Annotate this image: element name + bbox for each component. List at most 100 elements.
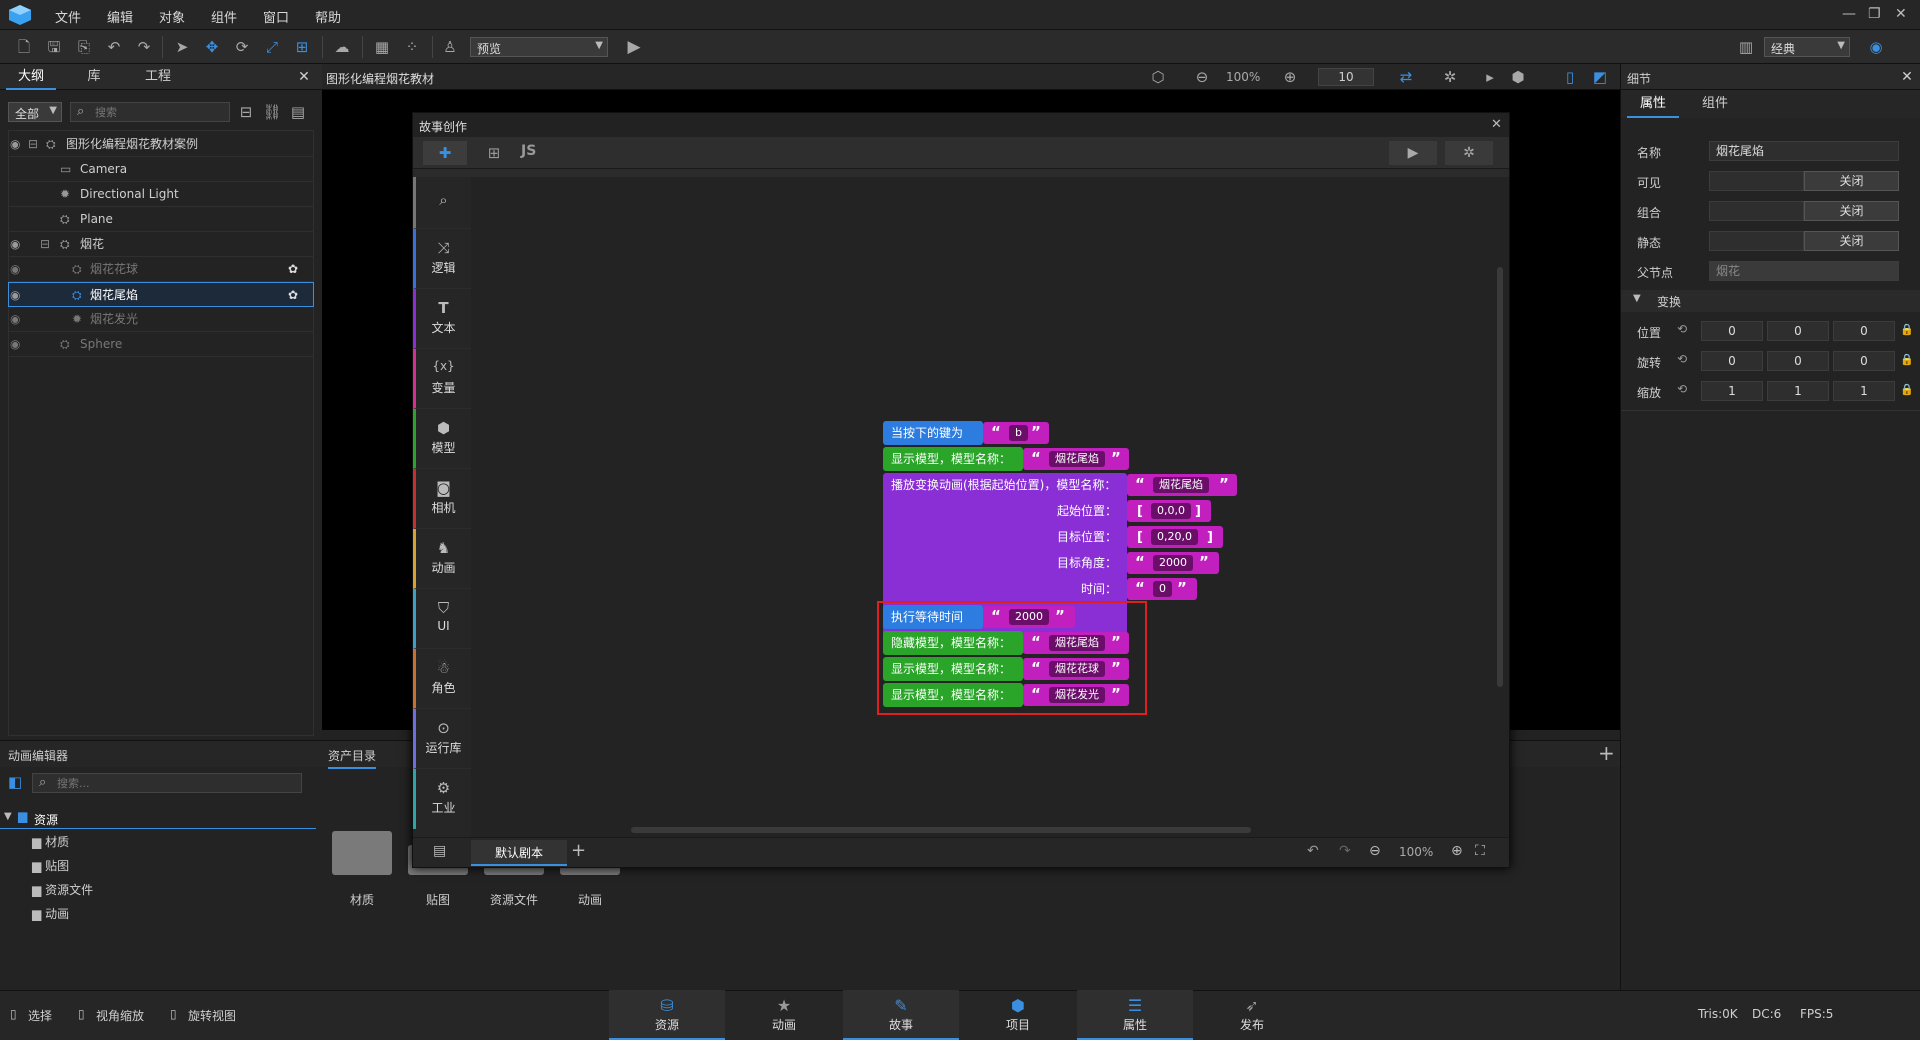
category-variable[interactable]: {x} 变量: [413, 349, 471, 409]
player-icon[interactable]: ♙: [440, 37, 460, 57]
category-animation[interactable]: ♞ 动画: [413, 529, 471, 589]
tree-row-tail-flame[interactable]: ◉ ⛭ 烟花尾焰 ✿: [8, 282, 314, 307]
grid-size-input[interactable]: 10: [1318, 68, 1374, 86]
snap-grid-icon[interactable]: ⁘: [402, 37, 422, 57]
tree-row-glow[interactable]: ◉ ✹ 烟花发光: [8, 307, 314, 332]
zoom-in-icon[interactable]: ⊕: [1280, 67, 1300, 87]
category-search[interactable]: ⌕: [413, 177, 471, 229]
block-workspace[interactable]: 当按下的键为 “ b ” 显示模型，模型名称： “ 烟花尾焰 ” 播放变换动画(…: [471, 177, 1509, 837]
eye-icon[interactable]: ◉: [10, 132, 20, 157]
category-character[interactable]: ☃ 角色: [413, 649, 471, 709]
category-text[interactable]: T 文本: [413, 289, 471, 349]
tree-row-root[interactable]: ◉ ⊟ ⛭ 图形化编程烟花教材案例: [8, 132, 314, 157]
category-ui[interactable]: ⛉ UI: [413, 589, 471, 649]
render-mode-icon[interactable]: ◩: [1590, 67, 1610, 87]
tree-row-flower-ball[interactable]: ◉ ⛭ 烟花花球 ✿: [8, 257, 314, 282]
redo-icon[interactable]: ↷: [1339, 843, 1351, 859]
position-y[interactable]: 0: [1767, 321, 1829, 341]
anim-search[interactable]: ⌕: [32, 773, 302, 793]
menu-window[interactable]: 窗口: [263, 7, 289, 26]
workspace-vscrollbar[interactable]: [1497, 267, 1503, 687]
select-tool-icon[interactable]: ➤: [172, 37, 192, 57]
link-icon[interactable]: ⛓: [262, 102, 282, 122]
close-panel-icon[interactable]: ✕: [1897, 64, 1917, 90]
collapse-icon[interactable]: ▤: [288, 102, 308, 122]
collapse-toggle-icon[interactable]: ⊟: [28, 132, 38, 157]
bottom-tab-animation[interactable]: ★ 动画: [726, 990, 842, 1040]
flowchart-mode-icon[interactable]: ⊞: [479, 141, 509, 165]
sync-icon[interactable]: ⇄: [1396, 67, 1416, 87]
video-icon[interactable]: ▸: [1480, 67, 1500, 87]
asset-tree-root[interactable]: ▼ ▆ 资源: [0, 809, 316, 829]
string-key-b[interactable]: “ b ”: [983, 422, 1049, 444]
close-window-icon[interactable]: ✕: [1895, 6, 1907, 22]
eye-icon[interactable]: ◉: [10, 307, 20, 332]
settings-icon[interactable]: ✲: [1440, 67, 1460, 87]
minimize-icon[interactable]: —: [1842, 6, 1856, 22]
tab-components[interactable]: 组件: [1687, 90, 1743, 118]
redo-icon[interactable]: ↷: [134, 37, 154, 57]
account-icon[interactable]: ◉: [1866, 37, 1886, 57]
tab-properties[interactable]: 属性: [1627, 90, 1679, 118]
rotation-x[interactable]: 0: [1701, 351, 1763, 371]
category-model[interactable]: ⬢ 模型: [413, 409, 471, 469]
outline-search[interactable]: ⌕: [70, 102, 230, 122]
close-dialog-icon[interactable]: ✕: [1491, 117, 1502, 132]
undo-icon[interactable]: ↶: [104, 37, 124, 57]
save-icon[interactable]: 🖫: [44, 37, 64, 57]
workspace-hscrollbar[interactable]: [631, 827, 1251, 833]
block-show-model[interactable]: 显示模型，模型名称：: [883, 657, 1023, 681]
reset-icon[interactable]: ⟲: [1677, 352, 1687, 366]
rotation-y[interactable]: 0: [1767, 351, 1829, 371]
gizmo-icon[interactable]: ⬡: [1148, 67, 1168, 87]
zoom-out-icon[interactable]: ⊖: [1369, 843, 1381, 859]
blocks-mode-icon[interactable]: ✚: [423, 141, 467, 165]
cloud-icon[interactable]: ☁: [332, 37, 352, 57]
string-target-angle[interactable]: “ 2000 ”: [1127, 552, 1219, 574]
run-icon[interactable]: ▶: [1389, 141, 1437, 165]
zoom-in-icon[interactable]: ⊕: [1451, 843, 1463, 859]
tab-project[interactable]: 工程: [130, 64, 186, 90]
name-field[interactable]: 烟花尾焰: [1709, 141, 1899, 161]
menu-edit[interactable]: 编辑: [107, 7, 133, 26]
asset-tree-item[interactable]: ▆ 资源文件: [32, 881, 93, 901]
tree-row-sphere[interactable]: ◉ ⛭ Sphere: [8, 332, 314, 357]
string-model-name[interactable]: “ 烟花尾焰 ”: [1023, 448, 1129, 470]
move-tool-icon[interactable]: ✥: [202, 37, 222, 57]
preview-mode-select[interactable]: 预览 ▼: [470, 37, 608, 57]
js-mode-tab[interactable]: JS: [521, 143, 536, 159]
rotate-tool-icon[interactable]: ⟳: [232, 37, 252, 57]
scale-x[interactable]: 1: [1701, 381, 1763, 401]
script-list-icon[interactable]: ▤: [433, 843, 446, 859]
reset-icon[interactable]: ⟲: [1677, 382, 1687, 396]
lock-view-icon[interactable]: ▯: [1560, 67, 1580, 87]
eye-icon[interactable]: ◉: [10, 257, 20, 282]
menu-file[interactable]: 文件: [55, 7, 81, 26]
collapse-toggle-icon[interactable]: ⊟: [40, 232, 50, 257]
scale-tool-icon[interactable]: ⤢: [262, 37, 282, 57]
block-wait[interactable]: 执行等待时间: [883, 605, 983, 629]
fit-view-icon[interactable]: ⛶: [1475, 843, 1485, 859]
string-hide-model-name[interactable]: “ 烟花尾焰 ”: [1023, 632, 1129, 654]
group-toggle[interactable]: 关闭: [1804, 201, 1899, 221]
play-icon[interactable]: ▶: [624, 37, 644, 57]
grid-icon[interactable]: ▦: [372, 37, 392, 57]
visible-toggle[interactable]: 关闭: [1804, 171, 1899, 191]
transform-space-icon[interactable]: ⊞: [292, 37, 312, 57]
menu-help[interactable]: 帮助: [315, 7, 341, 26]
static-toggle[interactable]: 关闭: [1804, 231, 1899, 251]
scale-z[interactable]: 1: [1833, 381, 1895, 401]
position-z[interactable]: 0: [1833, 321, 1895, 341]
asset-tree-item[interactable]: ▆ 贴图: [32, 857, 69, 877]
bottom-tab-story[interactable]: ✎ 故事: [843, 990, 959, 1040]
restore-icon[interactable]: ❐: [1868, 6, 1881, 22]
eye-icon[interactable]: ◉: [10, 283, 20, 308]
close-panel-icon[interactable]: ✕: [294, 64, 314, 90]
transform-section-header[interactable]: ▼ 变换: [1621, 290, 1920, 312]
folder-material[interactable]: [332, 831, 392, 875]
tab-library[interactable]: 库: [66, 64, 122, 90]
position-x[interactable]: 0: [1701, 321, 1763, 341]
tab-asset-directory[interactable]: 资产目录: [328, 747, 377, 769]
undo-icon[interactable]: ↶: [1307, 843, 1319, 859]
menu-object[interactable]: 对象: [159, 7, 185, 26]
